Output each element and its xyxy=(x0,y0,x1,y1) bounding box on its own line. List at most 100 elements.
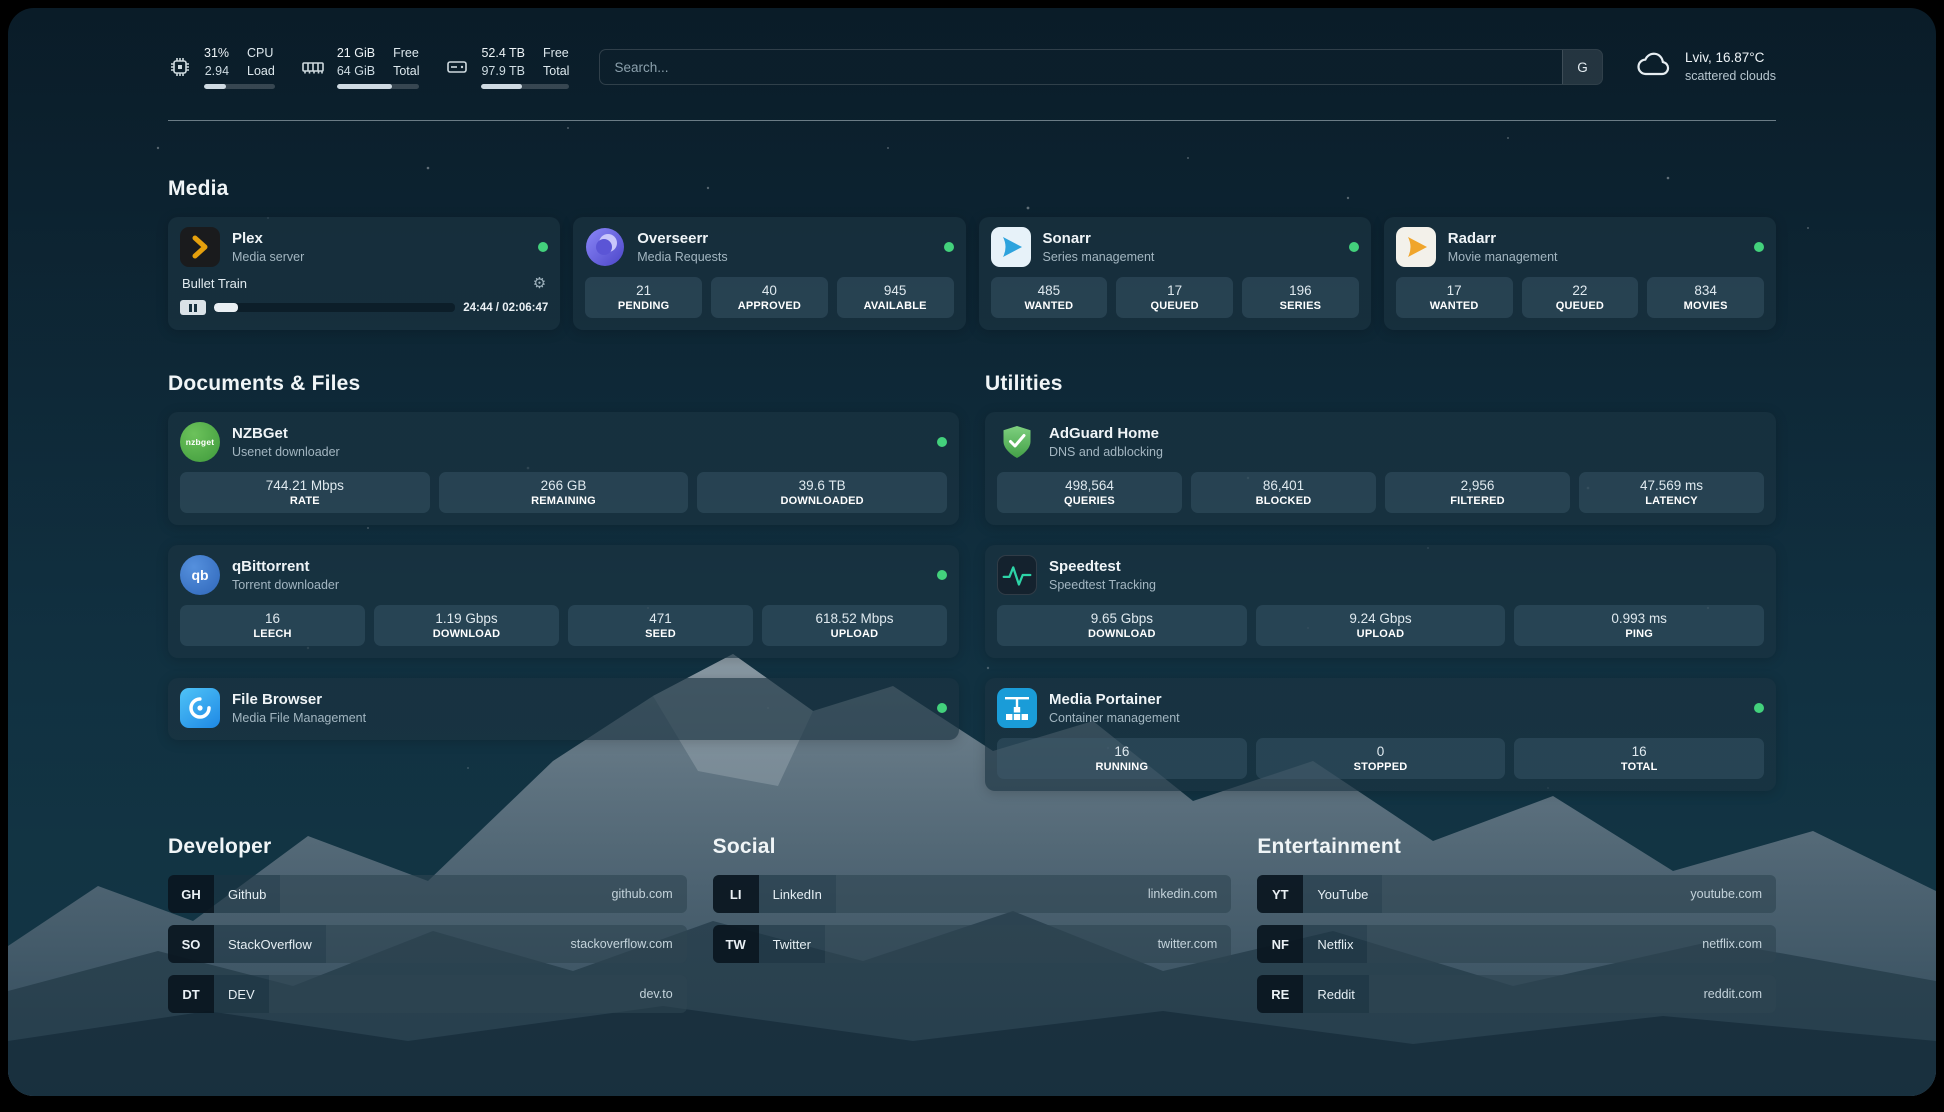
service-desc: Media File Management xyxy=(232,711,366,725)
stat-stopped: 0 STOPPED xyxy=(1256,738,1506,779)
stat-upload: 618.52 Mbps UPLOAD xyxy=(762,605,947,646)
pause-button[interactable] xyxy=(180,300,206,315)
service-card-adguard[interactable]: AdGuard Home DNS and adblocking 498,564 … xyxy=(985,412,1776,525)
stat-value: 485 xyxy=(995,283,1104,298)
service-card-overseerr[interactable]: Overseerr Media Requests 21 PENDING 40 A… xyxy=(573,217,965,330)
stat-value: 266 GB xyxy=(443,478,685,493)
status-dot xyxy=(1754,242,1764,252)
service-name: qBittorrent xyxy=(232,558,339,577)
bookmark-linkedin[interactable]: LI LinkedIn linkedin.com xyxy=(713,875,1232,913)
search-input[interactable] xyxy=(600,50,1562,84)
section-media: Media Plex Media server xyxy=(168,177,1776,330)
service-desc: Usenet downloader xyxy=(232,445,340,459)
stat-value: 0.993 ms xyxy=(1518,611,1760,626)
stat-value: 498,564 xyxy=(1001,478,1178,493)
bookmark-youtube[interactable]: YT YouTube youtube.com xyxy=(1257,875,1776,913)
stat-queued: 17 QUEUED xyxy=(1116,277,1233,318)
bookmark-url: stackoverflow.com xyxy=(326,925,687,963)
stat-value: 834 xyxy=(1651,283,1760,298)
stat-label: RUNNING xyxy=(1001,761,1243,773)
service-name: File Browser xyxy=(232,691,366,710)
stat-value: 744.21 Mbps xyxy=(184,478,426,493)
disk-progress-bar xyxy=(481,84,569,89)
header-divider xyxy=(168,120,1776,121)
stat-value: 16 xyxy=(184,611,361,626)
service-name: AdGuard Home xyxy=(1049,425,1163,444)
stat-label: REMAINING xyxy=(443,495,685,507)
service-card-plex[interactable]: Plex Media server Bullet Train ⚙ xyxy=(168,217,560,330)
stat-value: 39.6 TB xyxy=(701,478,943,493)
cpu-sub-value: 2.94 xyxy=(204,63,229,79)
stat-label: UPLOAD xyxy=(1260,628,1502,640)
top-bar: 31% CPU 2.94 Load 21 xyxy=(168,38,1776,96)
status-dot xyxy=(937,570,947,580)
disk-label-top: Free xyxy=(543,45,569,61)
playback-progress-bar[interactable] xyxy=(214,303,455,312)
stat-label: BLOCKED xyxy=(1195,495,1372,507)
service-card-filebrowser[interactable]: File Browser Media File Management xyxy=(168,678,959,740)
bookmark-url: github.com xyxy=(280,875,686,913)
bookmark-group-entertainment: Entertainment YT YouTube youtube.com NF … xyxy=(1257,791,1776,1025)
gear-icon[interactable]: ⚙ xyxy=(533,276,546,291)
cpu-widget: 31% CPU 2.94 Load xyxy=(168,45,275,89)
service-card-speedtest[interactable]: Speedtest Speedtest Tracking 9.65 Gbps D… xyxy=(985,545,1776,658)
stat-downloaded: 39.6 TB DOWNLOADED xyxy=(697,472,947,513)
stat-label: RATE xyxy=(184,495,426,507)
stat-value: 2,956 xyxy=(1389,478,1566,493)
disk-icon xyxy=(445,55,469,79)
stat-label: QUERIES xyxy=(1001,495,1178,507)
weather-widget[interactable]: Lviv, 16.87°C scattered clouds xyxy=(1633,49,1776,84)
stat-value: 1.19 Gbps xyxy=(378,611,555,626)
service-card-radarr[interactable]: Radarr Movie management 17 WANTED 22 QUE… xyxy=(1384,217,1776,330)
bookmark-name: Twitter xyxy=(759,925,825,963)
stat-value: 196 xyxy=(1246,283,1355,298)
stat-value: 945 xyxy=(841,283,950,298)
service-card-qbittorrent[interactable]: qb qBittorrent Torrent downloader 16 LEE… xyxy=(168,545,959,658)
stat-leech: 16 LEECH xyxy=(180,605,365,646)
stat-label: QUEUED xyxy=(1120,300,1229,312)
bookmark-abbr: RE xyxy=(1257,975,1303,1013)
bookmark-url: netflix.com xyxy=(1367,925,1776,963)
bookmark-reddit[interactable]: RE Reddit reddit.com xyxy=(1257,975,1776,1013)
cpu-label-top: CPU xyxy=(247,45,275,61)
bookmark-name: DEV xyxy=(214,975,269,1013)
bookmark-github[interactable]: GH Github github.com xyxy=(168,875,687,913)
stat-value: 22 xyxy=(1526,283,1635,298)
stat-rate: 744.21 Mbps RATE xyxy=(180,472,430,513)
bookmark-abbr: YT xyxy=(1257,875,1303,913)
overseerr-icon xyxy=(585,227,625,267)
service-card-portainer[interactable]: Media Portainer Container management 16 … xyxy=(985,678,1776,791)
stat-value: 16 xyxy=(1518,744,1760,759)
bookmark-url: dev.to xyxy=(269,975,687,1013)
stat-value: 86,401 xyxy=(1195,478,1372,493)
stat-label: PING xyxy=(1518,628,1760,640)
stat-label: APPROVED xyxy=(715,300,824,312)
service-name: Overseerr xyxy=(637,230,727,249)
service-card-nzbget[interactable]: nzbget NZBGet Usenet downloader 744.21 M… xyxy=(168,412,959,525)
bookmark-stackoverflow[interactable]: SO StackOverflow stackoverflow.com xyxy=(168,925,687,963)
search-provider-button[interactable]: G xyxy=(1562,50,1602,84)
service-card-sonarr[interactable]: Sonarr Series management 485 WANTED 17 Q… xyxy=(979,217,1371,330)
stat-label: DOWNLOAD xyxy=(378,628,555,640)
now-playing-title: Bullet Train xyxy=(182,276,247,291)
disk-label-bottom: Total xyxy=(543,63,569,79)
disk-value: 52.4 TB xyxy=(481,45,525,61)
stat-label: DOWNLOAD xyxy=(1001,628,1243,640)
stat-value: 17 xyxy=(1400,283,1509,298)
bookmark-twitter[interactable]: TW Twitter twitter.com xyxy=(713,925,1232,963)
service-desc: DNS and adblocking xyxy=(1049,445,1163,459)
stat-running: 16 RUNNING xyxy=(997,738,1247,779)
weather-location: Lviv, 16.87°C xyxy=(1685,49,1776,67)
cpu-progress-bar xyxy=(204,84,275,89)
bookmark-dev[interactable]: DT DEV dev.to xyxy=(168,975,687,1013)
stat-label: FILTERED xyxy=(1389,495,1566,507)
stat-value: 47.569 ms xyxy=(1583,478,1760,493)
stat-value: 9.24 Gbps xyxy=(1260,611,1502,626)
cpu-label-bottom: Load xyxy=(247,63,275,79)
bookmark-name: Reddit xyxy=(1303,975,1369,1013)
bookmark-netflix[interactable]: NF Netflix netflix.com xyxy=(1257,925,1776,963)
section-documents: Documents & Files nzbget NZBGet Usenet d… xyxy=(168,330,959,791)
bookmark-abbr: LI xyxy=(713,875,759,913)
stat-movies: 834 MOVIES xyxy=(1647,277,1764,318)
status-dot xyxy=(937,437,947,447)
